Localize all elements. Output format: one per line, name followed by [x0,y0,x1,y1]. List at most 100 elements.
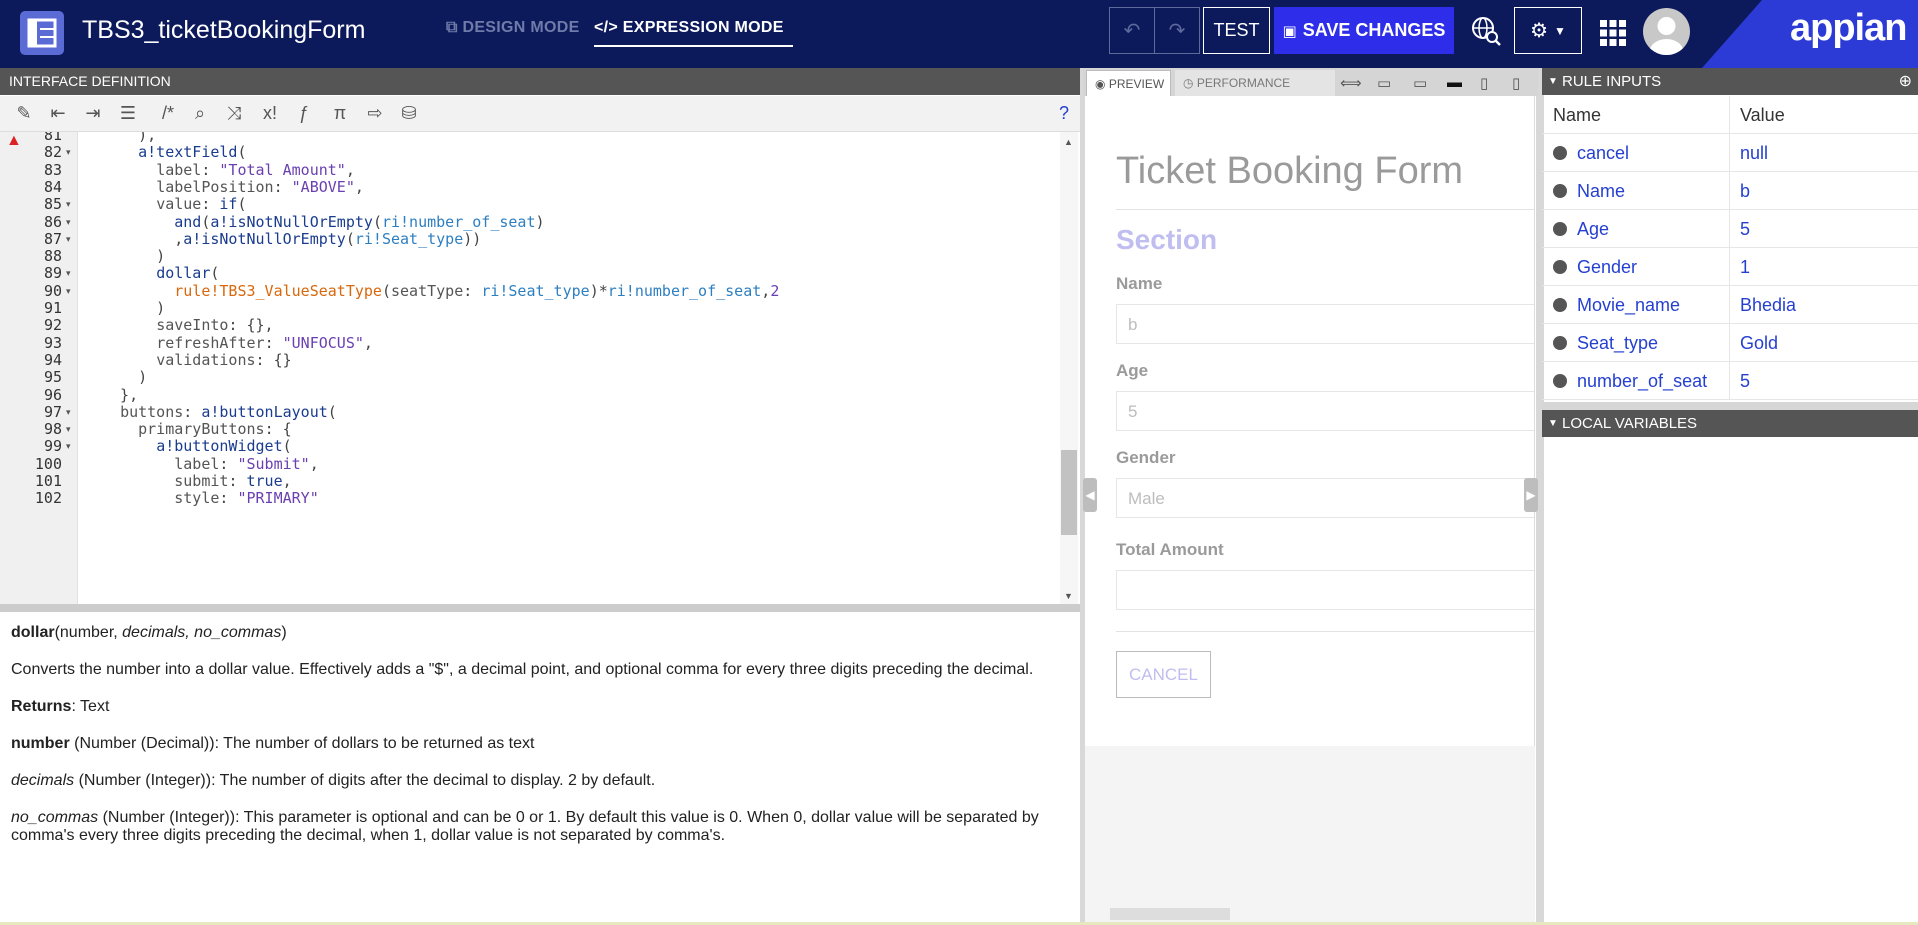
panel-divider[interactable] [1542,402,1918,410]
scroll-down-icon[interactable]: ▼ [1064,591,1073,601]
scroll-up-icon[interactable]: ▲ [1064,137,1073,147]
rule-input-name[interactable]: Gender [1577,257,1637,278]
avatar[interactable] [1643,8,1690,55]
fold-toggle-icon[interactable]: ▾ [66,199,71,210]
fold-toggle-icon[interactable]: ▾ [66,234,71,245]
code-line[interactable]: buttons: a!buttonLayout( [102,403,337,421]
settings-button[interactable]: ⚙ ▼ [1514,7,1582,54]
code-line[interactable]: validations: {} [102,351,291,369]
rule-input-value[interactable]: 1 [1740,257,1750,278]
collapse-right-icon[interactable]: ▶ [1524,478,1538,512]
outdent-icon[interactable]: ⇤ [46,103,70,124]
rule-input-name[interactable]: Age [1577,219,1609,240]
collapse-left-icon[interactable]: ◀ [1083,478,1097,512]
export-icon[interactable]: ⇨ [363,103,387,124]
rule-input-value[interactable]: 5 [1740,219,1750,240]
fold-toggle-icon[interactable]: ▾ [66,286,71,297]
shuffle-icon[interactable]: ⤨ [222,103,246,124]
tablet-icon[interactable]: ▯ [1480,74,1488,92]
code-editor[interactable]: ▲ ), a!textField( label: "Total Amount",… [0,132,1080,604]
desktop-wide-icon[interactable]: ▭ [1377,74,1391,92]
rule-input-value[interactable]: b [1740,181,1750,202]
code-line[interactable]: label: "Total Amount", [102,161,355,179]
tab-preview[interactable]: ◉ PREVIEW [1086,70,1171,96]
comment-icon[interactable]: /* [152,103,184,124]
preview-horizontal-scrollbar[interactable] [1096,906,1526,920]
code-line[interactable]: }, [102,386,138,404]
code-line[interactable]: style: "PRIMARY" [102,489,319,507]
fold-toggle-icon[interactable]: ▾ [66,268,71,279]
column-header-name: Name [1542,96,1730,134]
expression-mode-tab[interactable]: </> EXPRESSION MODE [594,19,793,47]
code-line[interactable]: dollar( [102,264,219,282]
rule-input-value[interactable]: null [1740,143,1768,164]
test-button[interactable]: TEST [1203,7,1270,54]
function-name: dollar [11,624,55,641]
undo-button[interactable]: ↶ [1109,7,1155,54]
rule-input-name[interactable]: cancel [1577,143,1629,164]
apps-grid-icon[interactable] [1600,20,1626,51]
code-line[interactable]: ), [102,132,156,144]
field-input[interactable]: 5 [1116,391,1534,431]
fold-toggle-icon[interactable]: ▾ [66,147,71,158]
phone-icon[interactable]: ▯ [1512,74,1520,92]
code-line[interactable]: submit: true, [102,472,291,490]
code-line[interactable]: a!textField( [102,143,246,161]
rule-input-name[interactable]: Seat_type [1577,333,1658,354]
fold-toggle-icon[interactable]: ▾ [66,441,71,452]
code-line[interactable]: value: if( [102,195,246,213]
cancel-button[interactable]: CANCEL [1116,651,1211,698]
rule-input-name[interactable]: Movie_name [1577,295,1680,316]
search-icon[interactable]: ⌕ [188,103,212,124]
pi-icon[interactable]: π [328,103,352,124]
code-line[interactable]: ) [102,247,165,265]
code-line[interactable]: refreshAfter: "UNFOCUS", [102,334,373,352]
field-input[interactable]: Male [1116,478,1534,518]
rule-input-value[interactable]: Bhedia [1740,295,1796,316]
rule-input-name[interactable]: number_of_seat [1577,371,1707,392]
code-line[interactable]: label: "Submit", [102,455,319,473]
format-list-icon[interactable]: ☰ [116,103,140,124]
tab-performance[interactable]: ◷ PERFORMANCE [1175,70,1335,96]
code-line[interactable]: ,a!isNotNullOrEmpty(ri!Seat_type)) [102,230,481,248]
globe-search-icon[interactable] [1470,15,1502,52]
preview-scroll-thumb[interactable] [1110,908,1230,920]
code-line[interactable]: rule!TBS3_ValueSeatType(seatType: ri!Sea… [102,282,779,300]
field-input[interactable] [1116,570,1534,610]
rule-input-value[interactable]: Gold [1740,333,1778,354]
code-line[interactable]: and(a!isNotNullOrEmpty(ri!number_of_seat… [102,213,544,231]
table-row: Gender 1 [1542,248,1918,286]
function-icon[interactable]: ƒ [292,103,316,124]
help-icon[interactable]: ? [1052,103,1076,124]
desktop-icon[interactable]: ▭ [1413,74,1427,92]
code-line[interactable]: ) [102,368,147,386]
local-variables-header[interactable]: ▼ LOCAL VARIABLES [1542,410,1918,437]
code-line[interactable]: saveInto: {}, [102,316,273,334]
fold-toggle-icon[interactable]: ▾ [66,424,71,435]
fit-width-icon[interactable]: ⟺ [1340,74,1362,92]
add-rule-input-icon[interactable]: ⊕ [1899,68,1912,95]
rule-input-name[interactable]: Name [1577,181,1625,202]
data-search-icon[interactable]: ⛁ [397,103,421,124]
field-input[interactable]: b [1116,304,1534,344]
fold-toggle-icon[interactable]: ▾ [66,217,71,228]
rule-input-value[interactable]: 5 [1740,371,1750,392]
interface-app-icon [20,11,64,55]
code-line[interactable]: primaryButtons: { [102,420,292,438]
expression-icon[interactable]: x! [256,103,284,124]
editor-scrollbar-thumb[interactable] [1061,450,1077,535]
magic-wand-icon[interactable]: ✎ [12,103,36,124]
top-bar: TBS3_ticketBookingForm ⧉ DESIGN MODE </>… [0,0,1918,68]
design-mode-tab[interactable]: ⧉ DESIGN MODE [446,19,580,37]
code-line[interactable]: a!buttonWidget( [102,437,291,455]
rule-inputs-header[interactable]: ▼ RULE INPUTS ⊕ [1542,68,1918,95]
code-line[interactable]: ) [102,299,165,317]
monitor-icon[interactable]: ▬ [1447,74,1462,91]
fold-toggle-icon[interactable]: ▾ [66,407,71,418]
code-line[interactable]: labelPosition: "ABOVE", [102,178,364,196]
preview-footer [1085,746,1535,925]
indent-icon[interactable]: ⇥ [81,103,105,124]
save-changes-button[interactable]: ▣ SAVE CHANGES [1274,7,1454,54]
editor-doc-divider[interactable] [0,604,1084,612]
redo-button[interactable]: ↷ [1154,7,1200,54]
